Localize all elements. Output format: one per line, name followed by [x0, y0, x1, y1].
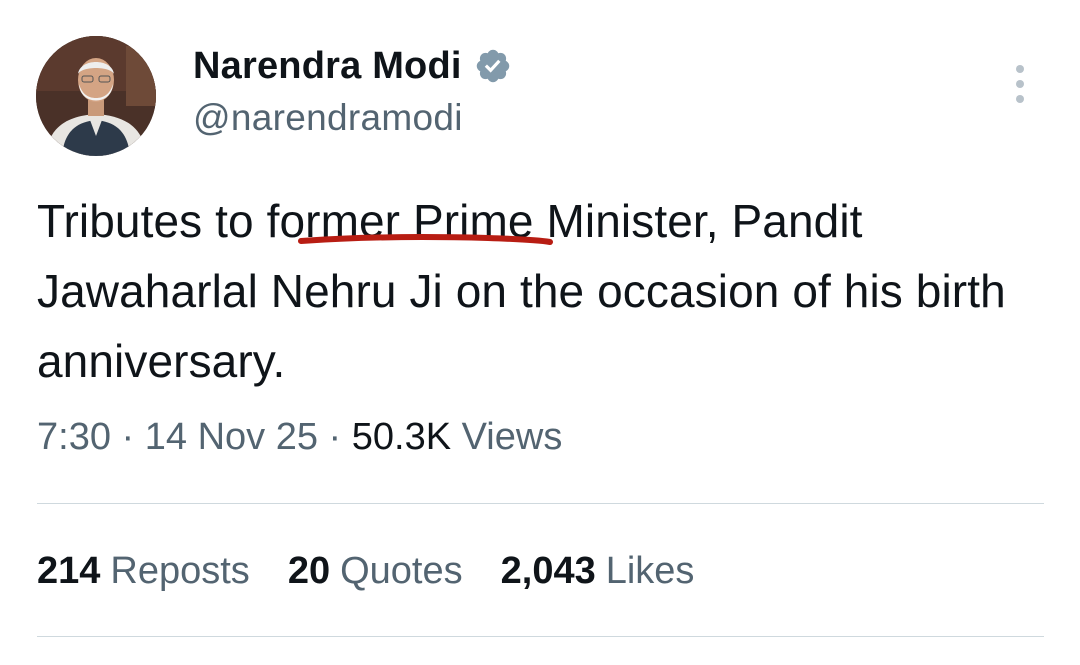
divider — [37, 636, 1044, 637]
views-label: Views — [461, 416, 563, 458]
tweet-time[interactable]: 7:30 — [37, 416, 111, 458]
tweet-meta: 7:30 · 14 Nov 25 · 50.3K Views — [37, 416, 562, 459]
author-handle[interactable]: @narendramodi — [193, 97, 463, 139]
tweet-text: Tributes to former Prime Minister, Pandi… — [37, 186, 1047, 396]
tweet-text-start: Tributes to — [37, 195, 267, 247]
likes-count: 2,043 — [500, 550, 596, 592]
reposts-label: Reposts — [110, 550, 250, 592]
likes-stat[interactable]: 2,043 Likes — [501, 550, 695, 593]
author-display-name[interactable]: Narendra Modi — [193, 45, 462, 88]
divider — [37, 503, 1044, 504]
quotes-label: Quotes — [340, 550, 463, 592]
reposts-count: 214 — [37, 550, 101, 592]
meta-separator: · — [121, 416, 135, 458]
views-count: 50.3K — [351, 416, 452, 458]
verified-badge-icon[interactable] — [474, 47, 512, 85]
tweet-date[interactable]: 14 Nov 25 — [145, 416, 318, 458]
likes-label: Likes — [605, 550, 695, 592]
avatar[interactable] — [36, 36, 156, 156]
author-name-row: Narendra Modi — [193, 44, 512, 88]
red-underline-annotation — [298, 234, 553, 245]
avatar-photo — [36, 36, 156, 156]
reposts-stat[interactable]: 214 Reposts — [37, 550, 250, 593]
meta-separator: · — [328, 416, 342, 458]
more-vertical-icon[interactable] — [1004, 62, 1036, 108]
engagement-stats: 214 Reposts 20 Quotes 2,043 Likes — [37, 550, 694, 593]
tweet-card: Narendra Modi @narendramodi Tributes to … — [0, 0, 1080, 665]
quotes-count: 20 — [287, 550, 331, 592]
quotes-stat[interactable]: 20 Quotes — [288, 550, 463, 593]
